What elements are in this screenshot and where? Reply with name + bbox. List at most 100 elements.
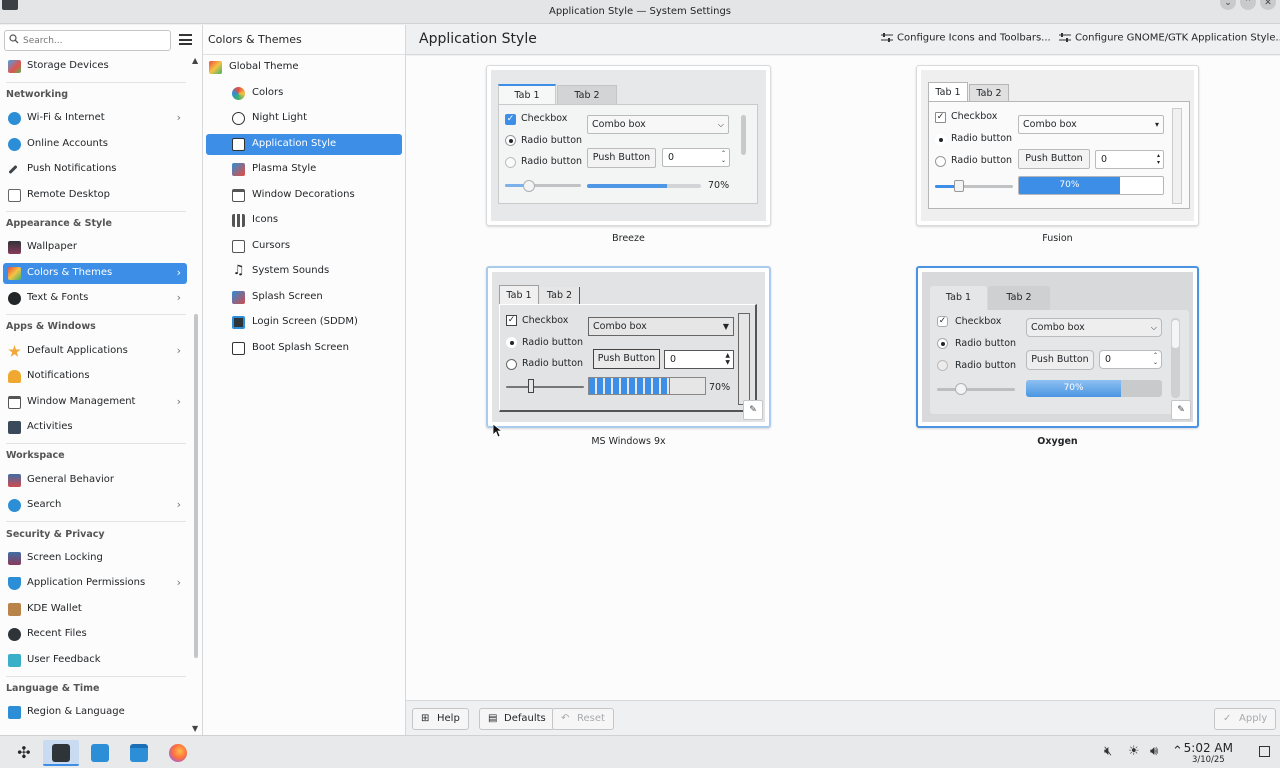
folder-icon — [130, 744, 148, 762]
configure-icons-button[interactable]: Configure Icons and Toolbars... — [881, 32, 1051, 48]
preview-radio-label: Radio button — [522, 358, 584, 369]
chevron-right-icon: › — [176, 266, 181, 279]
style-preview-ms-windows-9x[interactable]: Tab 1 Tab 2 ✓ Checkbox Radio button Radi… — [486, 266, 771, 428]
edit-style-icon[interactable]: ✎ — [743, 400, 763, 420]
discover-icon — [91, 744, 109, 762]
scrollbar-thumb[interactable] — [194, 314, 198, 658]
sub-item-plasma-style[interactable]: Plasma Style — [206, 159, 402, 180]
preview-tab-2: Tab 2 — [969, 84, 1009, 102]
search-icon — [9, 34, 19, 44]
sub-item-application-style[interactable]: Application Style — [206, 134, 402, 155]
defaults-icon: ▤ — [488, 713, 498, 724]
feedback-icon — [8, 654, 21, 667]
remote-desktop-icon — [8, 189, 21, 202]
preview-slider-knob — [955, 383, 967, 395]
sidebar-item-wifi[interactable]: Wi-Fi & Internet › — [3, 108, 187, 129]
system-settings-icon — [52, 744, 70, 762]
brightness-icon[interactable]: ☀︎ — [1128, 744, 1140, 759]
sidebar-item-region-language[interactable]: Region & Language — [3, 702, 187, 723]
preview-checkbox: ✓ — [937, 316, 948, 327]
page-header: Application Style Configure Icons and To… — [406, 25, 1280, 55]
sidebar-item-activities[interactable]: Activities — [3, 417, 187, 438]
search-field[interactable] — [4, 30, 171, 51]
window-title: Application Style — System Settings — [548, 6, 731, 17]
chevron-down-icon: ⌵ — [717, 120, 724, 129]
search-input[interactable] — [23, 33, 168, 48]
taskbar-discover[interactable] — [82, 740, 118, 766]
style-preview-oxygen[interactable]: Tab 1 Tab 2 ✓ Checkbox Radio button Radi… — [916, 266, 1199, 428]
sidebar-scrollbar[interactable]: ▲ ▼ — [191, 56, 201, 735]
sidebar-item-user-feedback[interactable]: User Feedback — [3, 650, 187, 671]
sidebar-item-remote-desktop[interactable]: Remote Desktop — [3, 185, 187, 206]
expand-tray-icon[interactable]: ⌃ — [1172, 744, 1183, 759]
style-preview-fusion[interactable]: Tab 1 Tab 2 ✓ Checkbox Radio button Radi… — [916, 65, 1199, 226]
defaults-button[interactable]: ▤ Defaults — [479, 708, 555, 730]
preview-radio-on — [935, 134, 946, 145]
hamburger-menu-icon[interactable] — [179, 34, 192, 45]
style-preview-breeze[interactable]: Tab 1 Tab 2 ✓ Checkbox Radio button Radi… — [486, 65, 771, 226]
sidebar-item-window-management[interactable]: Window Management › — [3, 392, 187, 413]
chevron-down-icon: ⌵ — [1150, 323, 1157, 332]
mute-icon[interactable]: 🔇︎ — [1104, 744, 1112, 759]
sub-item-window-decorations[interactable]: Window Decorations — [206, 185, 402, 206]
sub-item-system-sounds[interactable]: ♫ System Sounds — [206, 261, 402, 282]
preview-tab-1: Tab 1 — [498, 84, 556, 104]
sidebar-item-kde-wallet[interactable]: KDE Wallet — [3, 599, 187, 620]
separator — [6, 443, 186, 444]
sidebar-item-general-behavior[interactable]: General Behavior — [3, 470, 187, 491]
preview-slider — [937, 388, 1015, 391]
preview-radio-label: Radio button — [521, 156, 583, 167]
sidebar-item-notifications[interactable]: Notifications — [3, 366, 187, 387]
preview-scrollbar — [741, 115, 746, 155]
sub-item-global-theme[interactable]: Global Theme — [206, 57, 402, 78]
chevron-right-icon: › — [176, 498, 181, 511]
volume-icon[interactable]: 🔊︎ — [1150, 744, 1158, 759]
sidebar-item-recent-files[interactable]: Recent Files — [3, 624, 187, 645]
taskbar-file-manager[interactable] — [121, 740, 157, 766]
music-note-icon: ♫ — [232, 263, 245, 278]
sub-item-icons[interactable]: Icons — [206, 210, 402, 231]
section-networking: Networking — [6, 89, 69, 100]
sidebar-item-wallpaper[interactable]: Wallpaper — [3, 237, 187, 258]
sidebar-item-online-accounts[interactable]: Online Accounts — [3, 134, 187, 155]
chevron-right-icon: › — [176, 111, 181, 124]
preview-combo: Combo box ⌵ — [587, 115, 729, 134]
preview-combo: Combo box ▾ — [1018, 115, 1164, 134]
configure-gtk-button[interactable]: Configure GNOME/GTK Application Style... — [1059, 32, 1280, 48]
reset-button[interactable]: ↶ Reset — [552, 708, 614, 730]
show-desktop-icon[interactable] — [1259, 746, 1270, 757]
sidebar-item-colors-themes[interactable]: Colors & Themes › — [3, 263, 187, 284]
apply-button[interactable]: ✓ Apply — [1214, 708, 1277, 730]
preview-push-button: Push Button — [1026, 350, 1094, 370]
sidebar-item-default-apps[interactable]: Default Applications › — [3, 341, 187, 362]
sub-item-splash-screen[interactable]: Splash Screen — [206, 287, 402, 308]
sub-item-boot-splash[interactable]: Boot Splash Screen — [206, 338, 402, 359]
sub-item-night-light[interactable]: Night Light — [206, 108, 402, 129]
sidebar-item-app-permissions[interactable]: Application Permissions › — [3, 573, 187, 594]
sidebar-item-text-fonts[interactable]: Text & Fonts › — [3, 288, 187, 309]
sidebar-item-search[interactable]: Search › — [3, 495, 187, 516]
star-icon — [8, 345, 21, 357]
sidebar-item-storage-devices[interactable]: Storage Devices — [3, 56, 187, 77]
storage-icon — [8, 60, 21, 73]
clock-date: 3/10/25 — [1191, 755, 1225, 765]
sub-item-login-screen[interactable]: Login Screen (SDDM) — [206, 312, 402, 333]
taskbar-firefox[interactable] — [160, 740, 196, 766]
clock[interactable]: 5:02 AM 3/10/25 — [1184, 741, 1233, 765]
scroll-down-icon[interactable]: ▼ — [192, 724, 198, 733]
sidebar-item-push-notifications[interactable]: Push Notifications — [3, 159, 187, 180]
taskbar-system-settings[interactable] — [43, 740, 79, 766]
preview-progress: 70% — [1018, 176, 1164, 195]
edit-style-icon[interactable]: ✎ — [1171, 400, 1191, 420]
preview-spinbox: 0 ▴ ▾ — [1095, 150, 1164, 169]
activities-icon — [8, 421, 21, 434]
scroll-up-icon[interactable]: ▲ — [192, 56, 198, 65]
sub-item-cursors[interactable]: Cursors — [206, 236, 402, 257]
cursor-icon — [232, 240, 245, 253]
app-launcher-button[interactable]: ✣ — [6, 740, 42, 766]
sub-item-colors[interactable]: Colors — [206, 83, 402, 104]
sidebar-item-screen-locking[interactable]: Screen Locking — [3, 548, 187, 569]
brush-icon — [232, 138, 245, 151]
separator — [6, 82, 186, 83]
help-button[interactable]: ⊞ Help — [412, 708, 469, 730]
